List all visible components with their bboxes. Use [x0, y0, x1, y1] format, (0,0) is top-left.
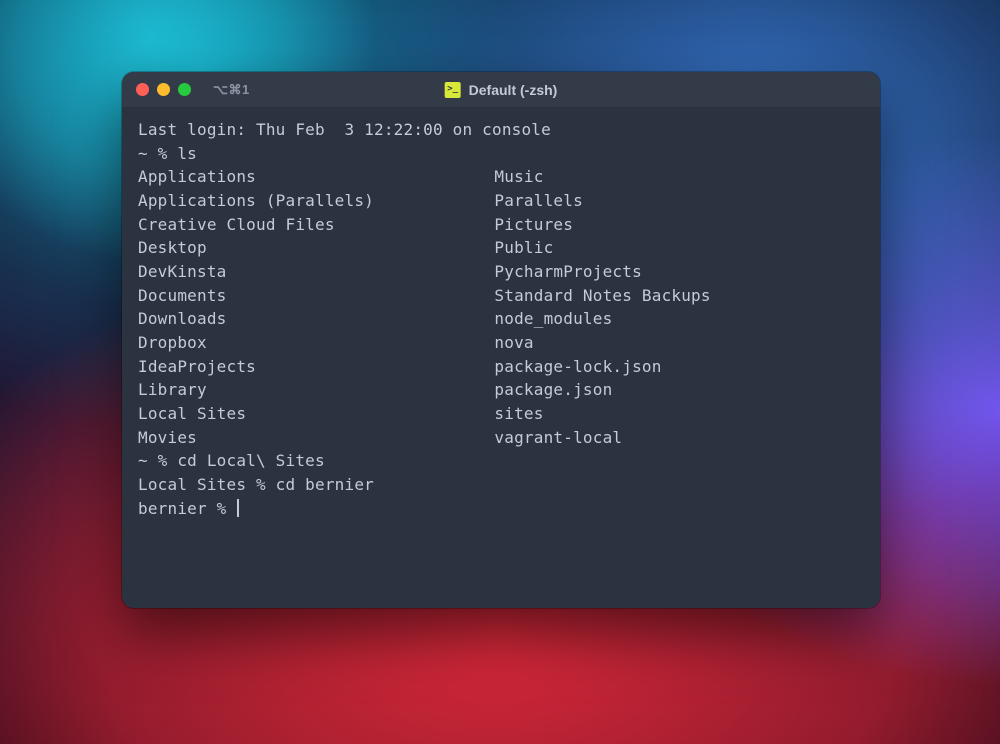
close-button[interactable] — [136, 83, 149, 96]
list-item: Desktop — [138, 236, 494, 260]
list-item: Applications (Parallels) — [138, 189, 494, 213]
last-login-line: Last login: Thu Feb 3 12:22:00 on consol… — [138, 118, 864, 142]
prompt-line-current: bernier % — [138, 497, 864, 521]
prompt-line: Local Sites % cd bernier — [138, 473, 864, 497]
list-item: Public — [494, 236, 710, 260]
list-item: Music — [494, 165, 710, 189]
current-prompt-text: bernier % — [138, 499, 236, 518]
list-item: vagrant-local — [494, 426, 710, 450]
list-item: PycharmProjects — [494, 260, 710, 284]
minimize-button[interactable] — [157, 83, 170, 96]
ls-column-1: ApplicationsApplications (Parallels)Crea… — [138, 165, 494, 449]
list-item: Standard Notes Backups — [494, 284, 710, 308]
list-item: node_modules — [494, 307, 710, 331]
terminal-content[interactable]: Last login: Thu Feb 3 12:22:00 on consol… — [122, 108, 880, 608]
maximize-button[interactable] — [178, 83, 191, 96]
cursor — [237, 499, 239, 517]
list-item: Parallels — [494, 189, 710, 213]
terminal-icon — [445, 82, 461, 98]
list-item: Movies — [138, 426, 494, 450]
list-item: DevKinsta — [138, 260, 494, 284]
list-item: Downloads — [138, 307, 494, 331]
list-item: IdeaProjects — [138, 355, 494, 379]
window-title: Default (-zsh) — [469, 82, 558, 98]
list-item: Documents — [138, 284, 494, 308]
ls-column-2: MusicParallelsPicturesPublicPycharmProje… — [494, 165, 710, 449]
list-item: Dropbox — [138, 331, 494, 355]
list-item: package.json — [494, 378, 710, 402]
terminal-window: ⌥⌘1 Default (-zsh) Last login: Thu Feb 3… — [122, 72, 880, 608]
prompt-line: ~ % ls — [138, 142, 864, 166]
window-title-group: Default (-zsh) — [445, 82, 558, 98]
list-item: Pictures — [494, 213, 710, 237]
window-titlebar[interactable]: ⌥⌘1 Default (-zsh) — [122, 72, 880, 108]
list-item: nova — [494, 331, 710, 355]
ls-output: ApplicationsApplications (Parallels)Crea… — [138, 165, 864, 449]
list-item: Creative Cloud Files — [138, 213, 494, 237]
tab-shortcut-hint: ⌥⌘1 — [213, 82, 250, 98]
list-item: sites — [494, 402, 710, 426]
list-item: Library — [138, 378, 494, 402]
prompt-line: ~ % cd Local\ Sites — [138, 449, 864, 473]
list-item: Applications — [138, 165, 494, 189]
list-item: package-lock.json — [494, 355, 710, 379]
list-item: Local Sites — [138, 402, 494, 426]
traffic-lights — [136, 83, 191, 96]
